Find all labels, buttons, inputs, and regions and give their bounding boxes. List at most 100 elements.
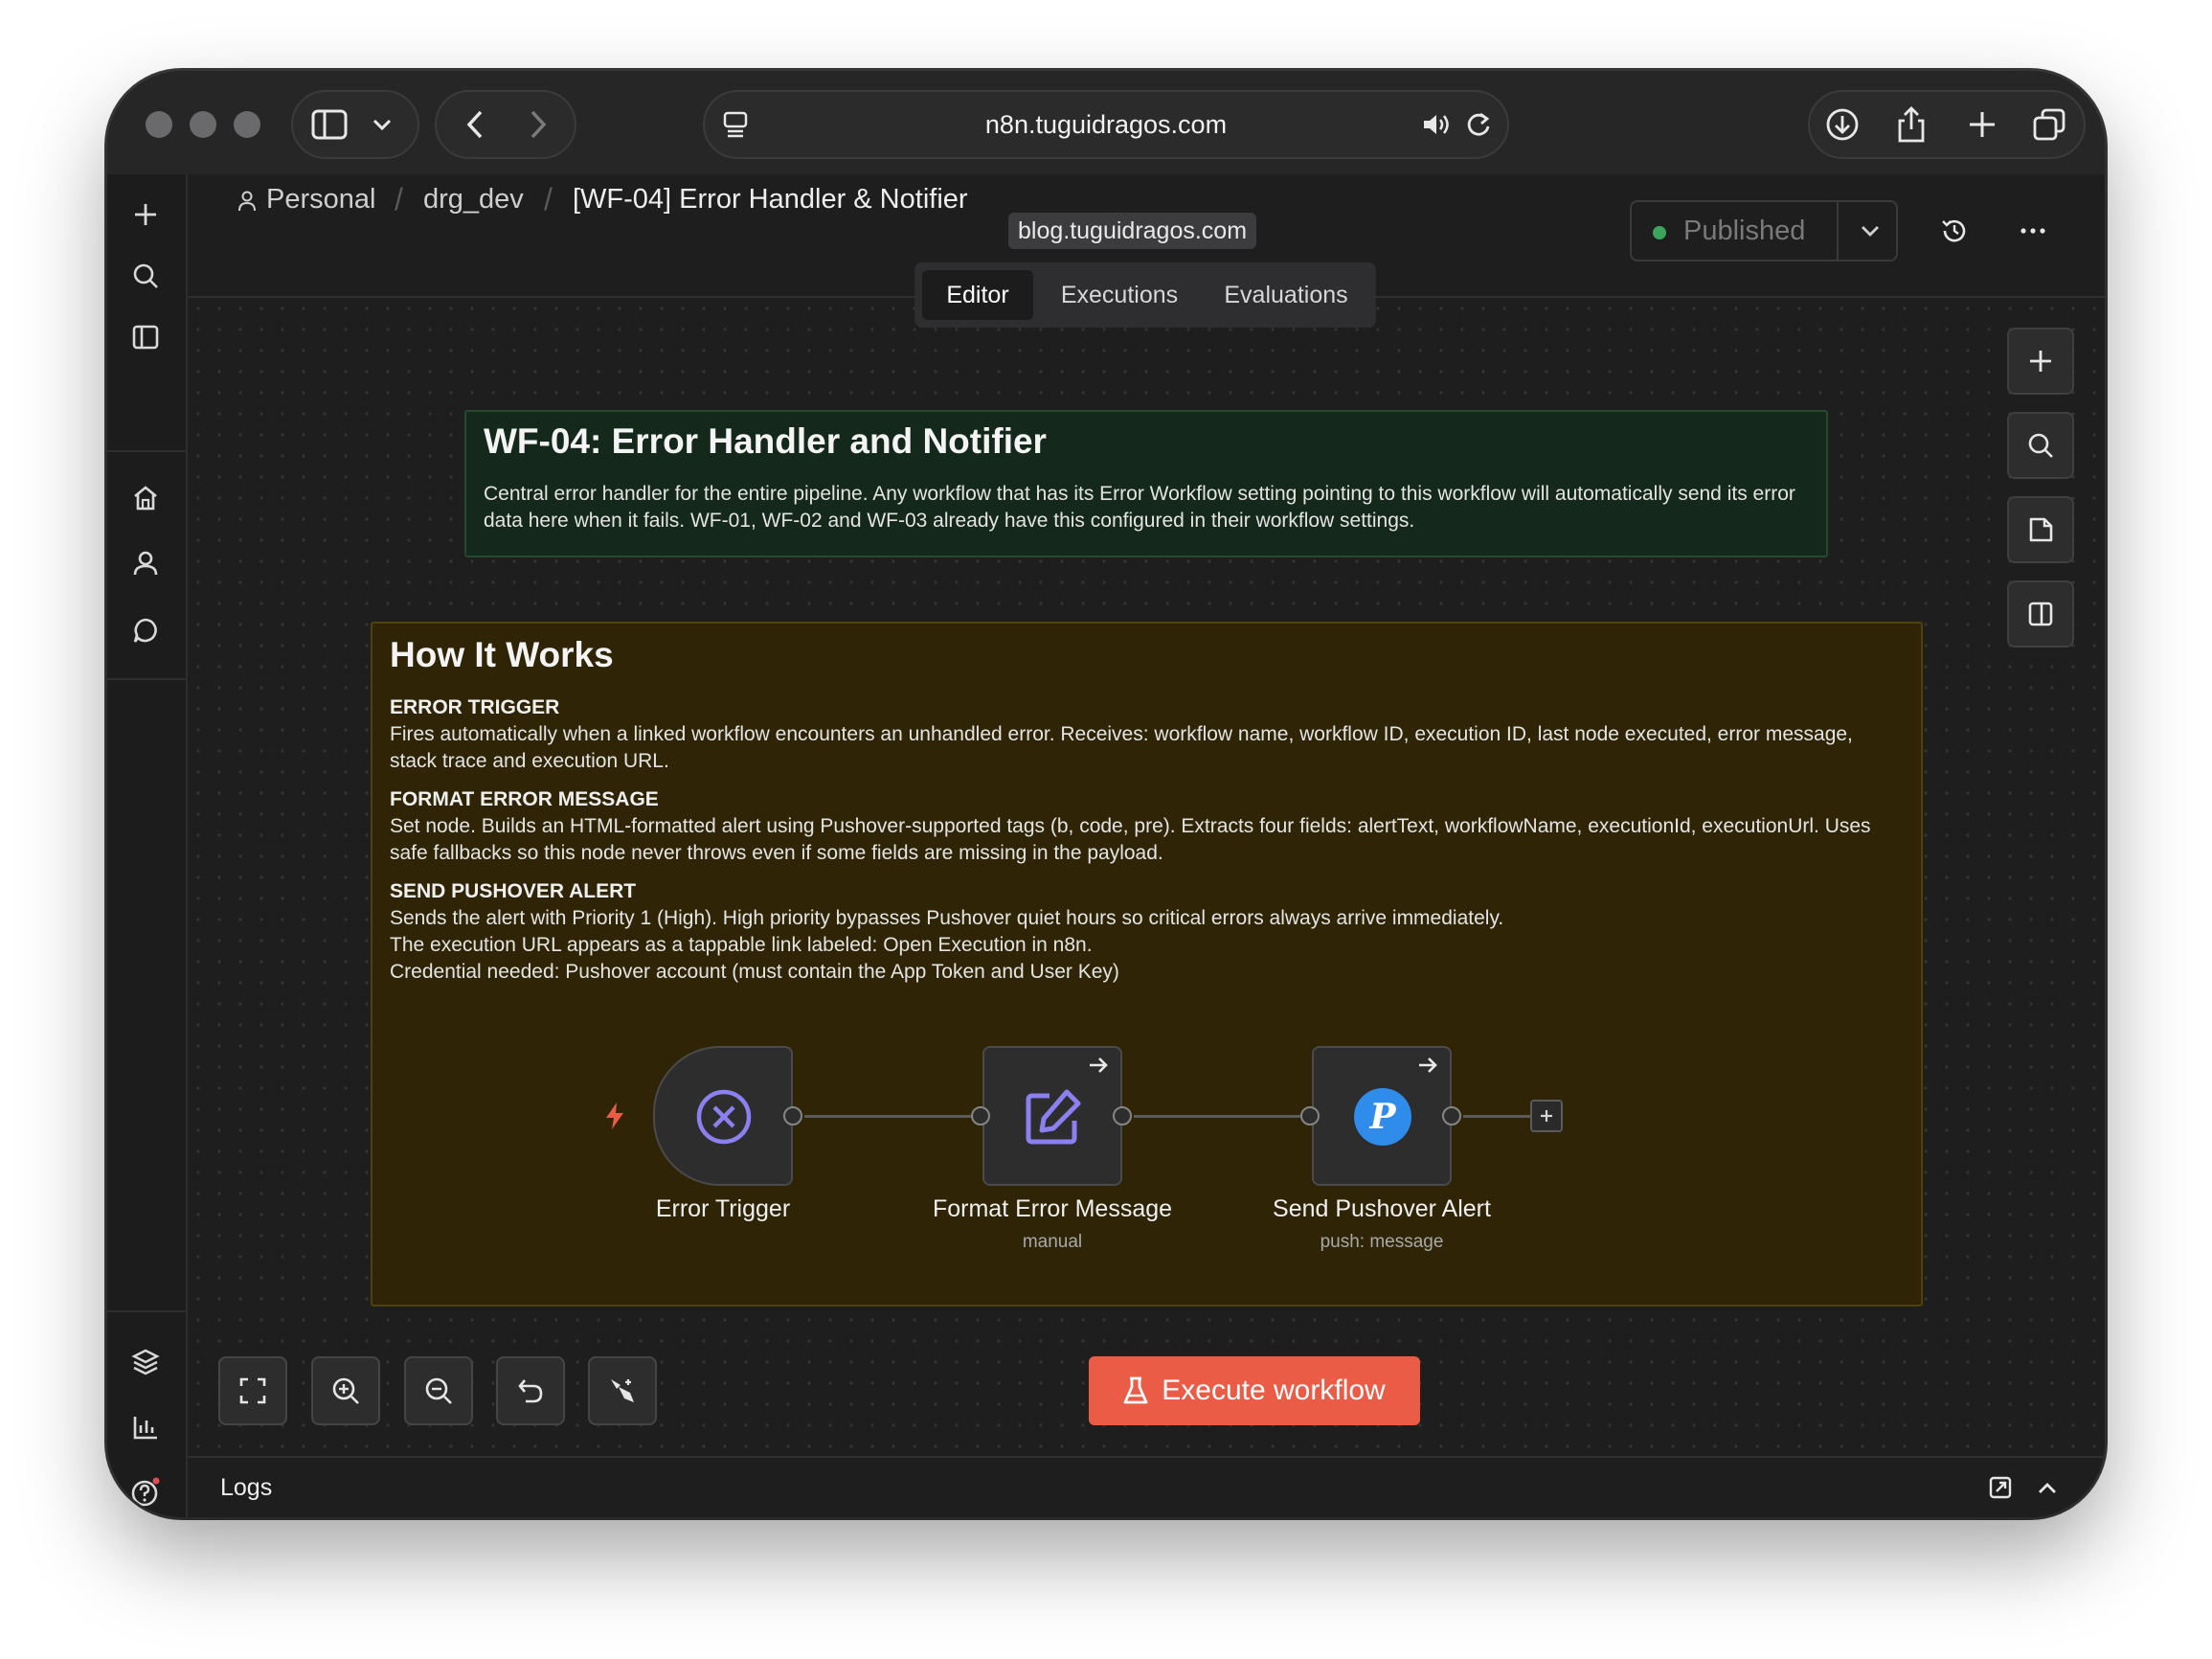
section-body: Set node. Builds an HTML-formatted alert…	[390, 815, 1871, 864]
browser-toolbar: n8n.tuguidragos.com	[107, 71, 2105, 174]
tab-editor[interactable]: Editor	[922, 270, 1033, 320]
tab-executions[interactable]: Executions	[1041, 270, 1198, 320]
forward-arrow-icon[interactable]	[521, 105, 555, 144]
logs-label: Logs	[220, 1474, 273, 1501]
share-icon[interactable]	[1892, 103, 1930, 146]
history-icon[interactable]	[1938, 215, 1971, 247]
publish-status-button[interactable]: Published	[1630, 200, 1898, 261]
fit-view-icon[interactable]	[218, 1356, 287, 1425]
workflow-tag[interactable]: blog.tuguidragos.com	[1008, 213, 1257, 249]
left-sidebar	[107, 174, 188, 1517]
reload-icon[interactable]	[1461, 107, 1496, 142]
pushover-icon: P	[1354, 1088, 1411, 1146]
zoom-in-icon[interactable]	[311, 1356, 380, 1425]
section-line: The execution URL appears as a tappable …	[390, 934, 1093, 956]
close-window-button[interactable]	[146, 111, 172, 138]
node-label: Send Pushover Alert	[1273, 1195, 1491, 1222]
output-handle[interactable]	[1442, 1106, 1461, 1125]
arrow-right-icon	[1088, 1056, 1109, 1080]
node-error-trigger[interactable]	[653, 1046, 793, 1186]
help-icon[interactable]	[128, 1475, 163, 1510]
collapse-sidebar-icon[interactable]	[128, 320, 163, 354]
sidebar-toggle-group	[291, 90, 419, 159]
breadcrumb-project[interactable]: Personal	[266, 184, 375, 216]
back-arrow-icon[interactable]	[458, 105, 492, 144]
lightning-icon	[603, 1102, 626, 1130]
status-dot	[1653, 226, 1666, 239]
chevron-down-icon[interactable]	[370, 113, 395, 136]
minimize-window-button[interactable]	[190, 111, 216, 138]
output-handle[interactable]	[1113, 1106, 1132, 1125]
edit-icon	[1023, 1086, 1084, 1148]
chevron-down-icon[interactable]	[1844, 202, 1896, 260]
tab-evaluations[interactable]: Evaluations	[1204, 270, 1368, 320]
status-label: Published	[1683, 216, 1806, 246]
download-icon[interactable]	[1823, 105, 1862, 144]
zoom-window-button[interactable]	[234, 111, 260, 138]
node-label: Error Trigger	[655, 1195, 791, 1222]
sticky-title: How It Works	[390, 635, 614, 674]
tidy-up-icon[interactable]	[588, 1356, 657, 1425]
pop-out-icon[interactable]	[1986, 1473, 2015, 1502]
rail-divider	[107, 450, 186, 452]
address-bar[interactable]: n8n.tuguidragos.com	[703, 90, 1509, 159]
section-line: Sends the alert with Priority 1 (High). …	[390, 907, 1504, 929]
sticky-note-icon[interactable]	[2007, 496, 2074, 563]
logs-panel-bar[interactable]: Logs	[188, 1456, 2105, 1517]
history-nav-group	[435, 90, 576, 159]
output-handle[interactable]	[783, 1106, 802, 1125]
chevron-up-icon[interactable]	[2034, 1475, 2061, 1502]
more-options-icon[interactable]	[2017, 215, 2049, 247]
publish-split-divider	[1837, 202, 1839, 260]
zoom-out-icon[interactable]	[404, 1356, 473, 1425]
sticky-note-overview[interactable]: WF-04: Error Handler and Notifier Centra…	[464, 410, 1828, 557]
section-heading: SEND PUSHOVER ALERT	[390, 880, 637, 902]
sidebar-icon[interactable]	[310, 107, 349, 142]
chat-icon[interactable]	[128, 613, 163, 648]
breadcrumb-separator: /	[395, 182, 403, 216]
section-heading: ERROR TRIGGER	[390, 696, 560, 718]
add-node-panel-button[interactable]	[2007, 328, 2074, 395]
add-node-button[interactable]	[1530, 1100, 1563, 1132]
templates-icon[interactable]	[128, 1345, 163, 1379]
add-icon[interactable]	[128, 197, 163, 232]
section-body: Fires automatically when a linked workfl…	[390, 723, 1853, 772]
home-icon[interactable]	[128, 481, 163, 515]
node-subtitle: push: message	[1320, 1232, 1444, 1252]
input-handle[interactable]	[1300, 1106, 1320, 1125]
sticky-body: Central error handler for the entire pip…	[484, 483, 1795, 532]
sticky-title: WF-04: Error Handler and Notifier	[484, 421, 1047, 461]
browser-actions-group	[1808, 90, 2086, 159]
input-handle[interactable]	[971, 1106, 990, 1125]
tab-overview-icon[interactable]	[2030, 105, 2068, 144]
search-nodes-button[interactable]	[2007, 412, 2074, 479]
section-heading: FORMAT ERROR MESSAGE	[390, 788, 659, 810]
speaker-icon[interactable]	[1419, 107, 1454, 142]
user-icon[interactable]	[128, 546, 163, 580]
arrow-right-icon	[1417, 1056, 1438, 1080]
breadcrumb-folder[interactable]: drg_dev	[423, 184, 524, 216]
rail-divider-3	[107, 1310, 186, 1312]
node-label: Format Error Message	[932, 1195, 1173, 1222]
node-send-pushover-alert[interactable]: P	[1312, 1046, 1452, 1186]
x-circle-icon	[695, 1088, 753, 1146]
rail-divider-2	[107, 678, 186, 680]
execute-workflow-button[interactable]: Execute workflow	[1089, 1356, 1420, 1425]
side-panel-icon[interactable]	[2007, 580, 2074, 648]
new-tab-icon[interactable]	[1963, 105, 2001, 144]
node-format-error-message[interactable]	[982, 1046, 1122, 1186]
connection-line[interactable]	[1463, 1115, 1532, 1118]
view-tabs: Editor Executions Evaluations	[914, 262, 1376, 328]
breadcrumb-separator: /	[544, 182, 553, 216]
flask-icon	[1123, 1375, 1148, 1406]
url-text: n8n.tuguidragos.com	[984, 110, 1228, 139]
section-line: Credential needed: Pushover account (mus…	[390, 961, 1119, 983]
search-icon[interactable]	[128, 259, 163, 293]
undo-icon[interactable]	[496, 1356, 565, 1425]
insights-icon[interactable]	[128, 1410, 163, 1444]
person-icon	[237, 190, 259, 215]
execute-workflow-label: Execute workflow	[1162, 1375, 1386, 1406]
node-subtitle: manual	[1022, 1232, 1083, 1252]
workflow-name[interactable]: [WF-04] Error Handler & Notifier	[573, 184, 968, 216]
browser-window: n8n.tuguidragos.com Personal / drg_dev /…	[107, 71, 2105, 1517]
